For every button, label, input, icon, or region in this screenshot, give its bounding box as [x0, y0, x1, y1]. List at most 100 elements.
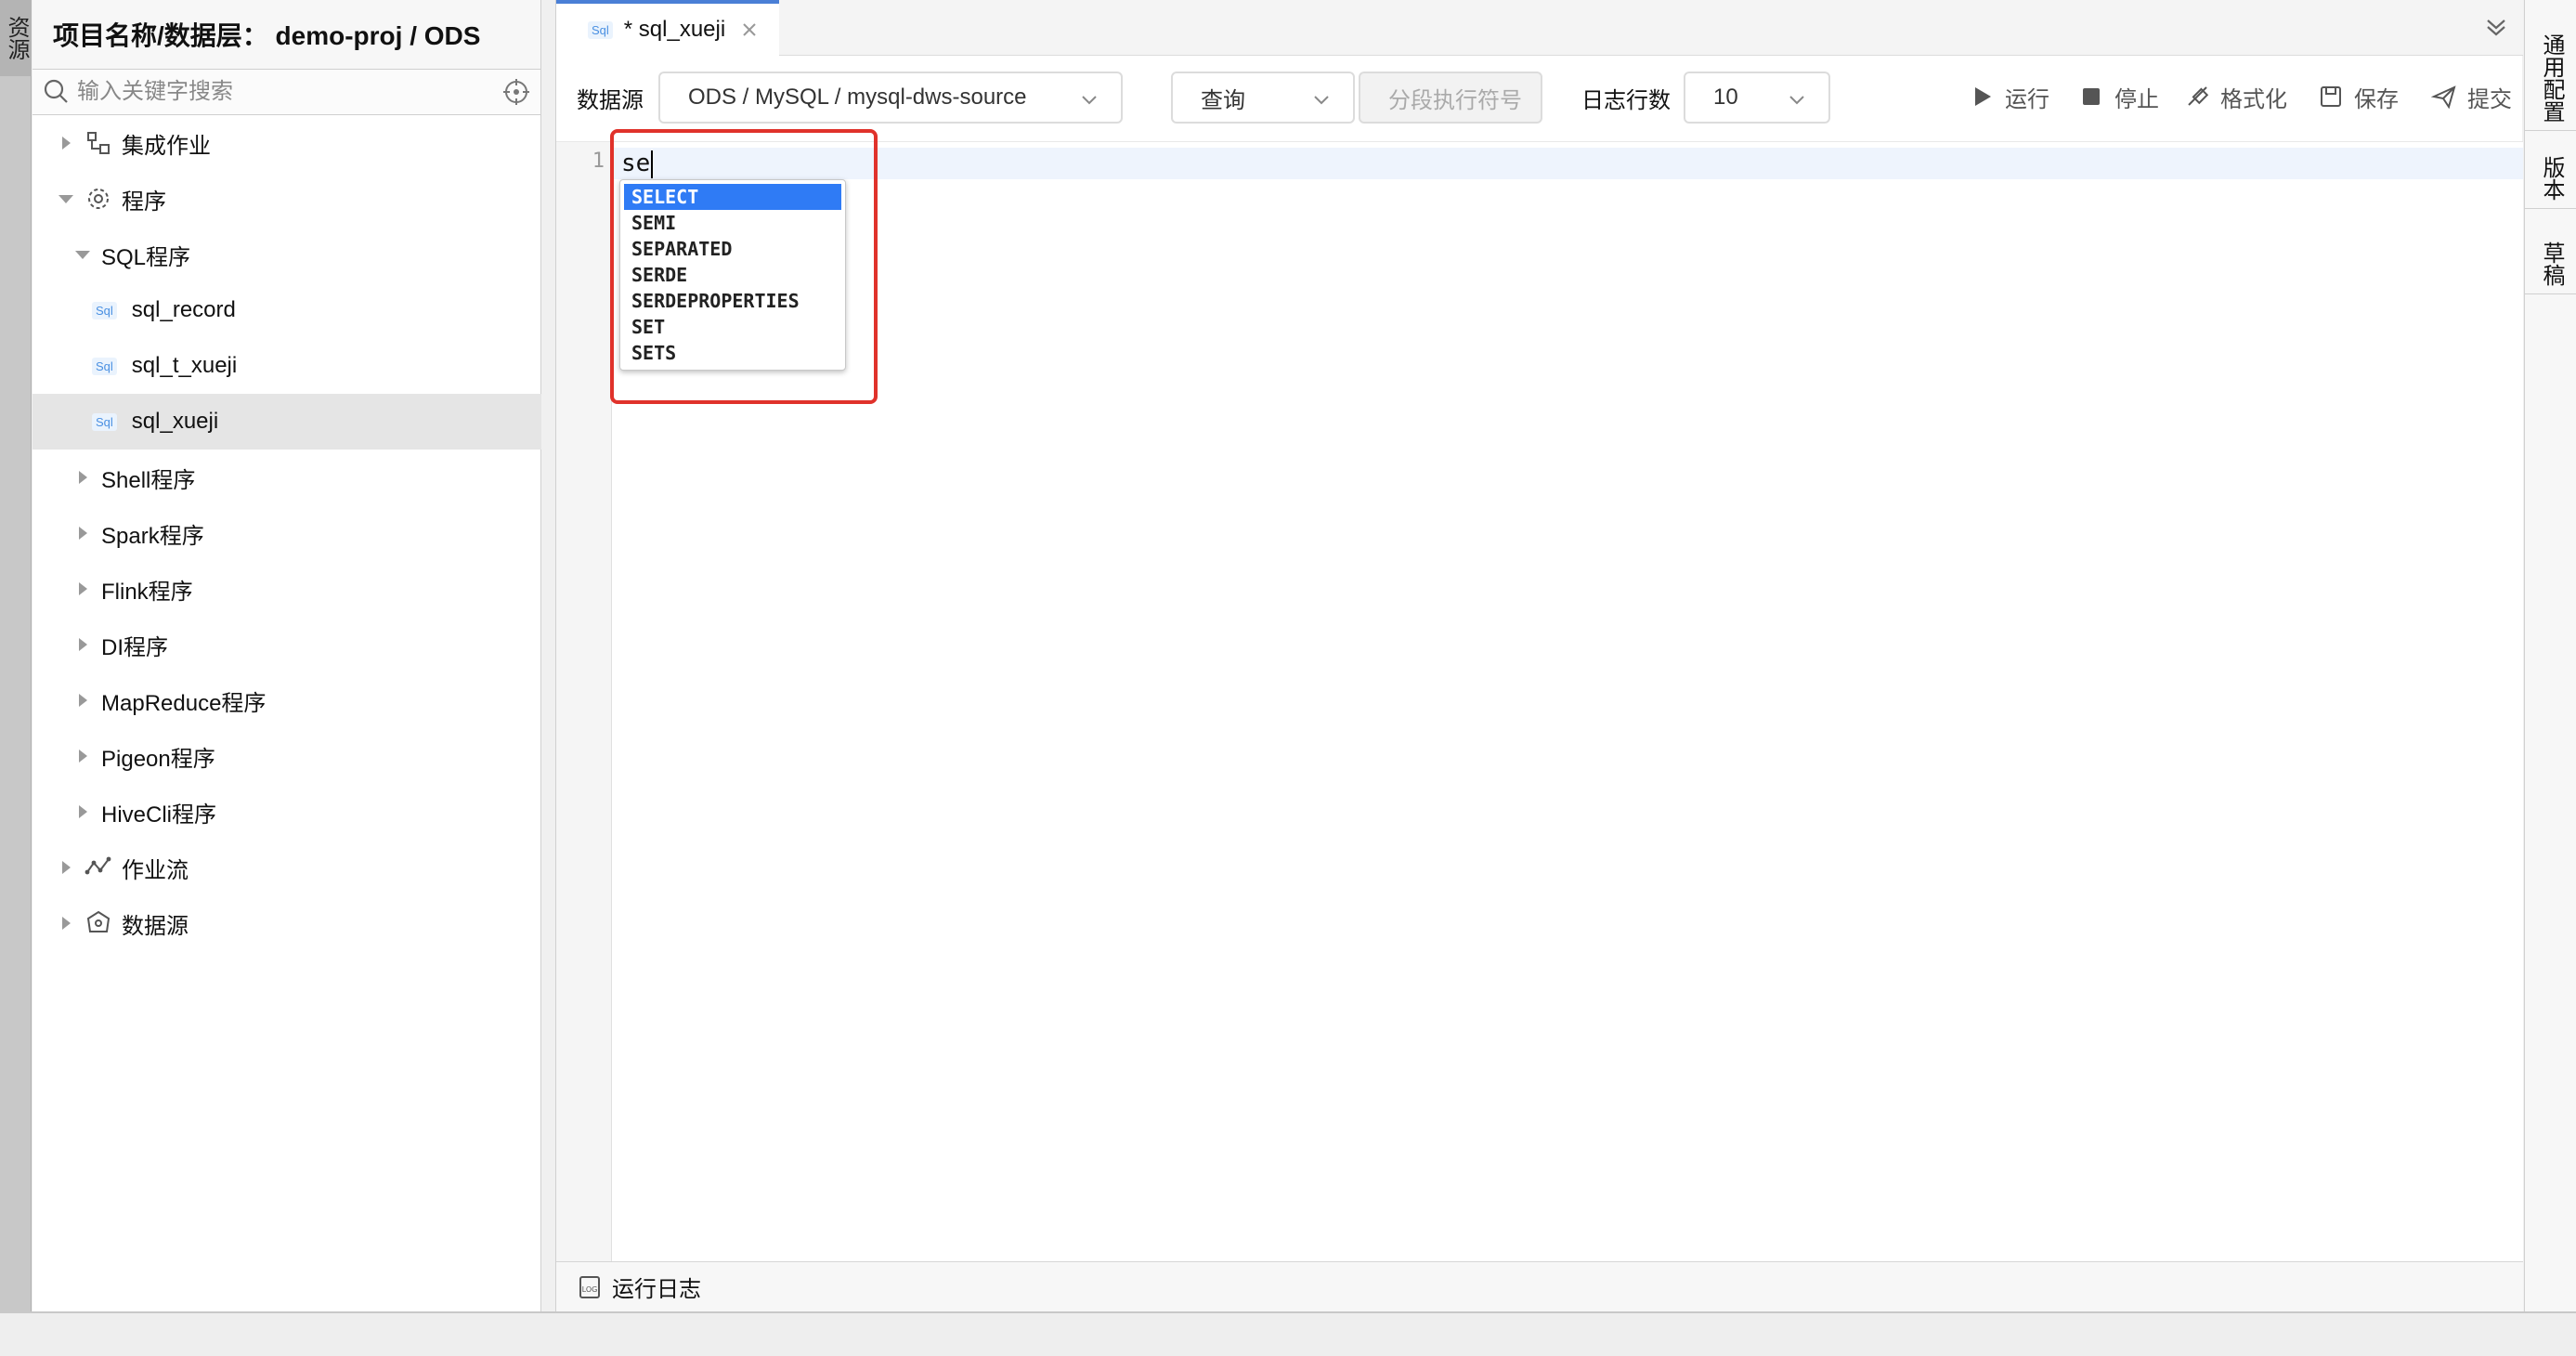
caret-right-icon[interactable]: [72, 466, 94, 489]
caret-right-icon[interactable]: [72, 689, 94, 711]
caret-right-icon[interactable]: [55, 856, 77, 879]
autocomplete-item[interactable]: SERDEPROPERTIES: [624, 288, 841, 314]
submit-button[interactable]: 提交: [2430, 80, 2512, 113]
save-button[interactable]: 保存: [2317, 80, 2399, 113]
tree-label: 作业流: [122, 857, 189, 883]
run-log-bar[interactable]: LOG 运行日志: [556, 1261, 2523, 1311]
double-chevron-down-icon[interactable]: [2482, 13, 2510, 41]
chevron-down-icon: [1314, 96, 1329, 105]
autocomplete-item[interactable]: SEMI: [624, 210, 841, 236]
tab-bar: Sql * sql_xueji: [556, 0, 2523, 56]
caret-down-icon[interactable]: [55, 188, 77, 210]
tree-label: sql_record: [131, 297, 236, 322]
autocomplete-dropdown[interactable]: SELECT SEMI SEPARATED SERDE SERDEPROPERT…: [619, 179, 846, 371]
tab-sql-xueji[interactable]: Sql * sql_xueji: [556, 0, 779, 56]
tree-label: 集成作业: [122, 133, 211, 159]
line-gutter: 1: [556, 142, 612, 1262]
tree-item-sql-t-xueji[interactable]: Sql sql_t_xueji: [33, 338, 541, 394]
log-icon: LOG: [579, 1275, 600, 1298]
resource-vertical-tab[interactable]: 资源: [0, 0, 32, 76]
format-button[interactable]: 格式化: [2183, 80, 2287, 113]
window-bottom-bar: [0, 1311, 2576, 1356]
caret-right-icon[interactable]: [55, 912, 77, 934]
workflow-icon: [85, 856, 111, 875]
search-input[interactable]: [77, 79, 501, 105]
caret-right-icon[interactable]: [72, 522, 94, 544]
tree-label: sql_xueji: [131, 409, 219, 434]
tab-draft[interactable]: 草稿: [2525, 234, 2576, 294]
submit-label: 提交: [2467, 86, 2512, 112]
mode-select[interactable]: 查询: [1171, 72, 1355, 124]
autocomplete-item[interactable]: SETS: [624, 340, 841, 366]
tab-general-config[interactable]: 通用配置: [2525, 26, 2576, 131]
tree-label: 数据源: [122, 913, 189, 939]
segment-separator-input[interactable]: 分段执行符号: [1359, 72, 1542, 124]
tree-item-spark[interactable]: Spark程序: [33, 505, 541, 561]
svg-text:LOG: LOG: [582, 1285, 598, 1294]
version-label: 版本: [2539, 156, 2564, 201]
autocomplete-item[interactable]: SERDE: [624, 262, 841, 288]
stop-icon: [2083, 88, 2100, 105]
tree-item-pigeon[interactable]: Pigeon程序: [33, 728, 541, 784]
close-icon[interactable]: [740, 20, 759, 39]
tab-version[interactable]: 版本: [2525, 149, 2576, 209]
resource-sidebar: 项目名称/数据层： demo-proj / ODS 集成作业 程序 SQL程序 …: [33, 0, 541, 1311]
datasource-label: 数据源: [577, 88, 644, 113]
editor-panel: Sql * sql_xueji 数据源 ODS / MySQL / mysql-…: [555, 0, 2523, 1311]
autocomplete-item[interactable]: SEPARATED: [624, 236, 841, 262]
tree-label: SQL程序: [101, 244, 191, 270]
line-number: 1: [592, 150, 605, 173]
tree-label: sql_t_xueji: [131, 353, 238, 378]
tree-item-integration[interactable]: 集成作业: [33, 115, 541, 171]
editor-toolbar: 数据源 ODS / MySQL / mysql-dws-source 查询 分段…: [556, 56, 2523, 139]
mode-value: 查询: [1201, 87, 1245, 113]
caret-right-icon[interactable]: [72, 633, 94, 656]
caret-right-icon[interactable]: [72, 745, 94, 767]
run-log-label: 运行日志: [612, 1277, 701, 1302]
tree-item-workflow[interactable]: 作业流: [33, 840, 541, 895]
log-rows-value: 10: [1713, 85, 1738, 110]
tree-item-flink[interactable]: Flink程序: [33, 561, 541, 617]
tree-label: 程序: [122, 189, 166, 215]
autocomplete-item[interactable]: SET: [624, 314, 841, 340]
general-config-label: 通用配置: [2539, 33, 2564, 123]
datasource-value: ODS / MySQL / mysql-dws-source: [688, 85, 1027, 110]
tree-item-shell[interactable]: Shell程序: [33, 450, 541, 505]
sql-file-icon: Sql: [92, 357, 117, 375]
tree-item-hivecli[interactable]: HiveCli程序: [33, 784, 541, 840]
resource-tab-label: 资源: [4, 16, 29, 60]
draft-label: 草稿: [2539, 241, 2564, 286]
tree-item-datasource[interactable]: 数据源: [33, 895, 541, 951]
brush-icon: [2188, 86, 2209, 106]
run-button[interactable]: 运行: [1968, 80, 2049, 113]
caret-right-icon[interactable]: [72, 578, 94, 600]
sql-editor[interactable]: 1 se SELECT SEMI SEPARATED SERDE SERDEPR…: [556, 129, 2523, 1262]
search-icon: [44, 79, 68, 103]
caret-right-icon[interactable]: [55, 132, 77, 154]
tree-item-mapreduce[interactable]: MapReduce程序: [33, 672, 541, 728]
locate-icon[interactable]: [501, 77, 531, 107]
log-rows-label: 日志行数: [1581, 88, 1671, 113]
tree-item-sql-record[interactable]: Sql sql_record: [33, 282, 541, 338]
integration-icon: [87, 132, 110, 154]
right-vertical-tabs: 通用配置 版本 草稿: [2524, 0, 2576, 1311]
caret-down-icon[interactable]: [72, 243, 94, 266]
caret-right-icon[interactable]: [72, 801, 94, 823]
stop-button[interactable]: 停止: [2077, 80, 2159, 113]
tree-item-di[interactable]: DI程序: [33, 617, 541, 672]
tree-label: Spark程序: [101, 523, 204, 549]
sql-file-icon: Sql: [588, 20, 613, 39]
datasource-select[interactable]: ODS / MySQL / mysql-dws-source: [658, 72, 1123, 124]
tree-label: Pigeon程序: [101, 746, 215, 772]
format-label: 格式化: [2220, 86, 2287, 112]
log-rows-select[interactable]: 10: [1684, 72, 1830, 124]
sql-file-icon: Sql: [92, 412, 117, 431]
autocomplete-item[interactable]: SELECT: [624, 184, 841, 210]
chevron-down-icon: [1082, 96, 1097, 105]
left-strip: 资源: [0, 0, 32, 1311]
tree-item-sql-xueji[interactable]: Sql sql_xueji: [33, 394, 541, 450]
stop-label: 停止: [2114, 86, 2159, 112]
tree-item-sql-programs[interactable]: SQL程序: [33, 227, 541, 282]
tree-item-programs[interactable]: 程序: [33, 171, 541, 227]
send-icon: [2430, 85, 2456, 110]
